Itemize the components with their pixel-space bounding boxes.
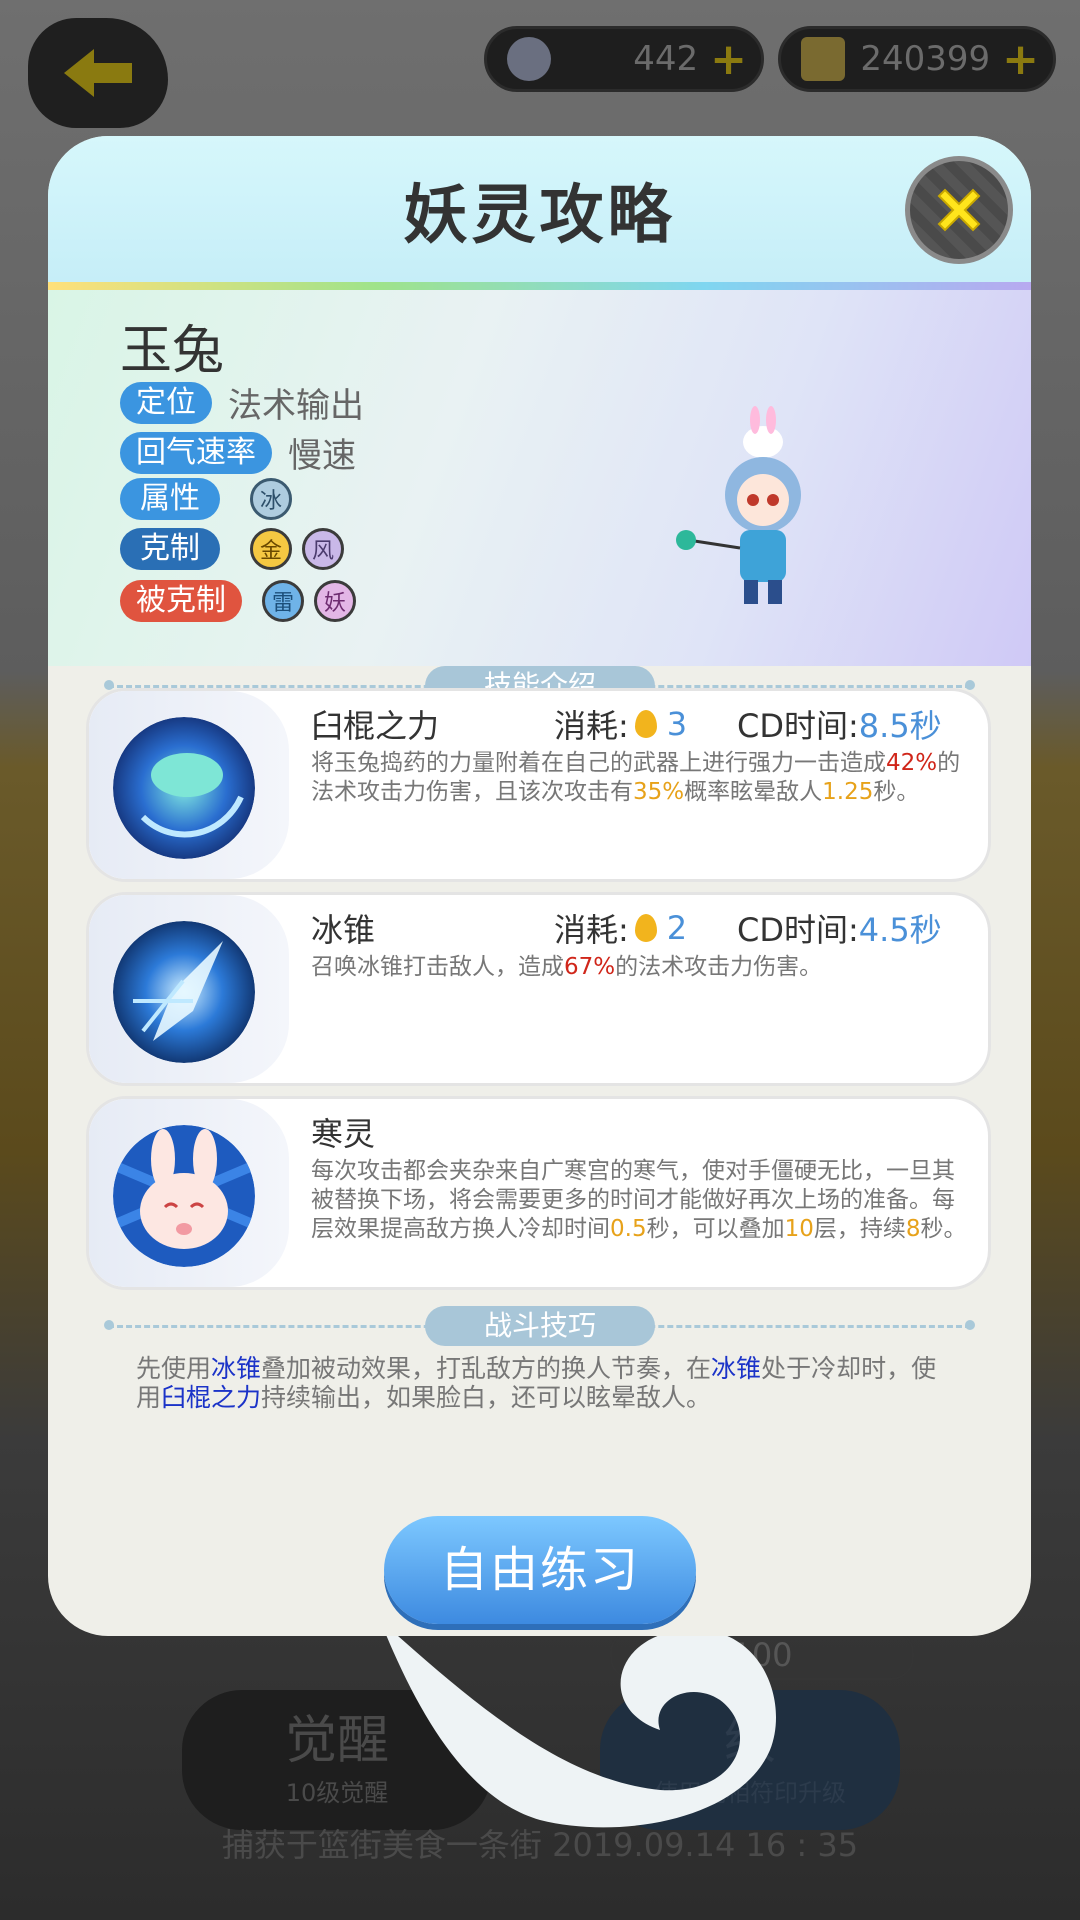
hero-info-panel: 玉兔 定位 法术输出 回气速率 慢速 属性 冰 克制 金 风 被克制 雷 妖 [48, 290, 1031, 666]
desc-text: 秒。 [873, 779, 920, 805]
modal-header: 妖灵攻略 [48, 136, 1031, 282]
skill-card: 寒灵 每次攻击都会夹杂来自广寒宫的寒气，使对手僵硬无比，一旦其被替换下场，将会需… [86, 1096, 991, 1290]
close-icon [937, 188, 981, 232]
desc-highlight: 0.5 [610, 1216, 647, 1242]
desc-highlight: 35% [633, 779, 685, 805]
tips-text: 持续输出，如果脸白，还可以眩晕敌人。 [261, 1383, 712, 1412]
skill-cost: 消耗: 2 [554, 905, 687, 951]
tips-skill-link: 臼棍之力 [161, 1383, 262, 1412]
desc-text: 的法术攻击力伤害。 [615, 954, 823, 980]
gold-counter: 240399 + [778, 26, 1056, 92]
cd-label: CD时间: [737, 707, 859, 745]
tips-skill-link: 冰锥 [711, 1354, 762, 1383]
skill-cost: 消耗: 3 [554, 701, 687, 747]
guide-modal: 妖灵攻略 玉兔 定位 法术输出 回气速率 慢速 属性 冰 克制 金 风 被克制 … [48, 136, 1031, 1636]
tips-text: 叠加被动效果，打乱敌方的换人节奏，在 [261, 1354, 712, 1383]
close-button[interactable] [905, 156, 1013, 264]
role-value: 法术输出 [228, 386, 364, 426]
back-arrow-icon [64, 49, 132, 97]
hero-name: 玉兔 [120, 321, 225, 381]
counter-row: 克制 金 风 [120, 528, 344, 570]
desc-text: 层，持续 [813, 1216, 906, 1242]
recover-value: 慢速 [288, 436, 356, 476]
tips-section-title: 战斗技巧 [425, 1306, 655, 1346]
skill-description: 将玉兔捣药的力量附着在自己的武器上进行强力一击造成42%的法术攻击力伤害，且该次… [311, 749, 971, 807]
skill-name: 寒灵 [311, 1115, 376, 1153]
counter-tag: 克制 [120, 528, 220, 570]
element-row: 属性 冰 [120, 478, 292, 520]
free-practice-button[interactable]: 自由练习 [384, 1516, 696, 1624]
gold-value: 240399 [860, 39, 991, 79]
tips-section-header: 战斗技巧 [48, 1306, 1031, 1346]
tips-text: 先使用 [136, 1354, 212, 1383]
modal-title: 妖灵攻略 [403, 179, 676, 253]
cd-value: 8.5秒 [858, 707, 942, 745]
desc-highlight: 42% [886, 750, 938, 776]
wind-element-icon: 风 [302, 528, 344, 570]
recover-row: 回气速率 慢速 [120, 428, 356, 477]
battle-tips-text: 先使用冰锥叠加被动效果，打乱敌方的换人节奏，在冰锥处于冷却时，使用臼棍之力持续输… [136, 1354, 956, 1412]
demon-element-icon: 妖 [314, 580, 356, 622]
desc-highlight: 8 [905, 1216, 921, 1242]
avatar-coin-icon [507, 37, 551, 81]
divider-dot [104, 680, 114, 690]
desc-highlight: 10 [784, 1216, 814, 1242]
pestle-skill-icon [113, 717, 255, 859]
energy-drop-icon [634, 710, 657, 738]
skill-card: 臼棍之力 消耗: 3 CD时间:8.5秒 将玉兔捣药的力量附着在自己的武器上进行… [86, 688, 991, 882]
skill-description: 召唤冰锥打击敌人，造成67%的法术攻击力伤害。 [311, 953, 971, 982]
tips-skill-link: 冰锥 [211, 1354, 262, 1383]
recover-tag: 回气速率 [120, 431, 272, 474]
desc-text: 将玉兔捣药的力量附着在自己的武器上进行强力一击造成 [311, 750, 886, 776]
desc-text: 秒，可以叠加 [646, 1216, 785, 1242]
cost-value: 3 [666, 705, 688, 743]
cost-label: 消耗: [554, 707, 629, 745]
role-row: 定位 法术输出 [120, 378, 364, 427]
ice-cone-skill-icon [113, 921, 255, 1063]
cd-label: CD时间: [737, 911, 859, 949]
gold-coin-icon [801, 37, 845, 81]
skill-card: 冰锥 消耗: 2 CD时间:4.5秒 召唤冰锥打击敌人，造成67%的法术攻击力伤… [86, 892, 991, 1086]
gold-element-icon: 金 [250, 528, 292, 570]
countered-row: 被克制 雷 妖 [120, 580, 356, 622]
element-tag: 属性 [120, 478, 220, 520]
energy-drop-icon [634, 914, 657, 942]
cost-value: 2 [666, 909, 688, 947]
thunder-element-icon: 雷 [262, 580, 304, 622]
skill-cd: CD时间:4.5秒 [737, 905, 942, 951]
jade-rabbit-character [676, 406, 801, 604]
skill-cd: CD时间:8.5秒 [737, 701, 942, 747]
skill-name: 冰锥 [311, 911, 376, 949]
desc-text: 概率眩晕敌人 [684, 779, 823, 805]
divider-dot [965, 680, 975, 690]
stamina-value: 442 [633, 39, 699, 79]
rabbit-skill-icon [113, 1125, 255, 1267]
countered-tag: 被克制 [120, 580, 242, 622]
divider-dot [104, 1320, 114, 1330]
stamina-counter: 442 + [484, 26, 764, 92]
ice-element-icon: 冰 [250, 478, 292, 520]
divider-dot [965, 1320, 975, 1330]
desc-highlight: 67% [564, 954, 616, 980]
rainbow-divider [48, 282, 1031, 290]
cost-label: 消耗: [554, 911, 629, 949]
desc-text: 召唤冰锥打击敌人，造成 [311, 954, 564, 980]
stamina-plus-button[interactable]: + [710, 34, 747, 85]
desc-text: 秒。 [920, 1216, 967, 1242]
role-tag: 定位 [120, 381, 212, 424]
back-button[interactable] [28, 18, 168, 128]
skill-name: 臼棍之力 [311, 707, 440, 745]
skill-description: 每次攻击都会夹杂来自广寒宫的寒气，使对手僵硬无比，一旦其被替换下场，将会需要更多… [311, 1157, 971, 1244]
desc-highlight: 1.25 [822, 779, 874, 805]
gold-plus-button[interactable]: + [1002, 34, 1039, 85]
cd-value: 4.5秒 [858, 911, 942, 949]
